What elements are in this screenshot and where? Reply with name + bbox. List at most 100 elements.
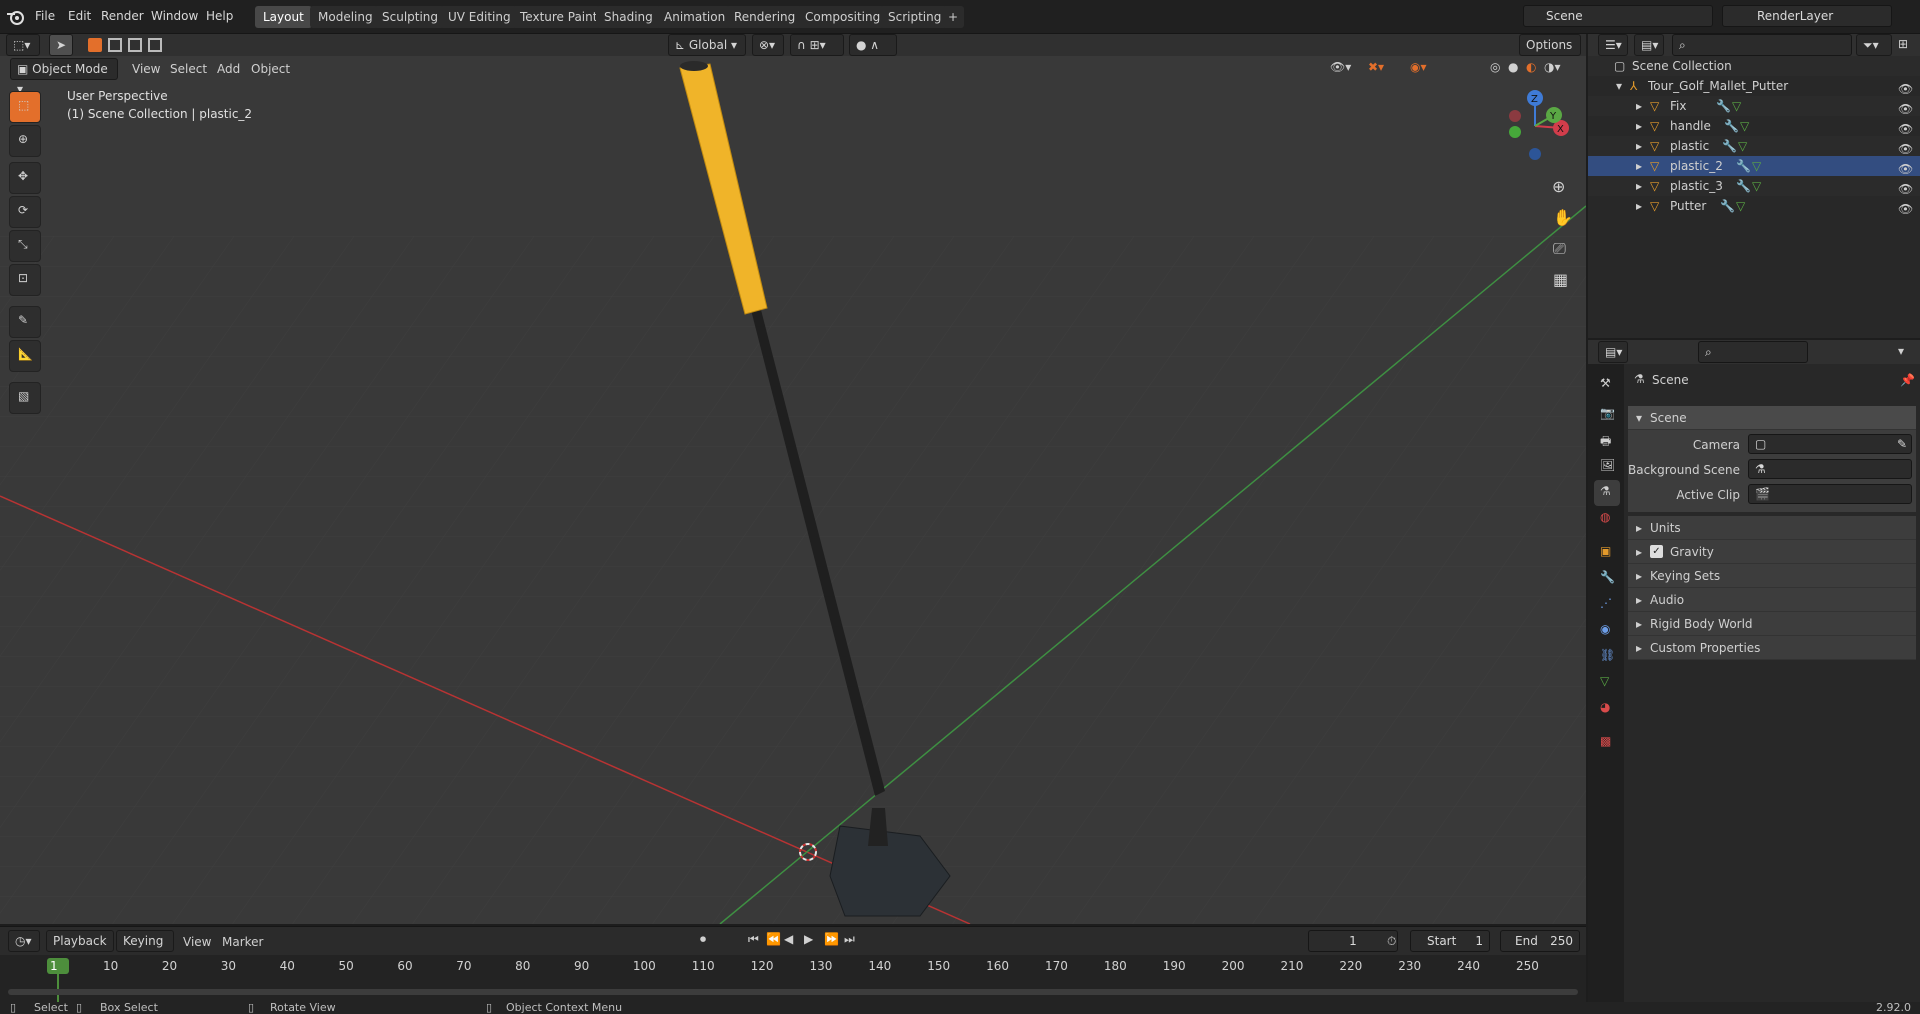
menu-file[interactable]: File <box>35 9 55 23</box>
stopwatch-icon[interactable]: ⏱ <box>1387 934 1396 949</box>
display-mode-dropdown[interactable]: ▤▾ <box>1634 34 1664 56</box>
menu-help[interactable]: Help <box>206 9 233 23</box>
expand-arrow-icon[interactable]: ▸ <box>1636 136 1642 156</box>
collapsed-panel[interactable]: ▸ Units <box>1628 516 1916 540</box>
tab-texture-paint[interactable]: Texture Paint <box>512 6 606 28</box>
tab-shading[interactable]: Shading <box>596 6 661 28</box>
properties-search[interactable]: ⌕ <box>1698 341 1808 363</box>
jump-keyframe-forward-icon[interactable]: ⏩ <box>824 932 839 946</box>
outliner-row-object[interactable]: ▸ ▽ plastic_2 🔧 ▽ 👁 <box>1588 156 1920 176</box>
properties-panel[interactable]: ▤▾ ⌕ ▾ ⚒ 📷 🖶 🖼 ⚗ ◍ ▣ 🔧 ⋰ ◉ ⛓ ▽ ◕ ▩ ⚗ Sce… <box>1588 340 1920 1002</box>
modifier-icon[interactable]: 🔧 <box>1720 196 1735 216</box>
jump-end-icon[interactable]: ⏭ <box>844 932 855 947</box>
camera-view-button[interactable]: ⎚ <box>1546 235 1576 265</box>
play-reverse-icon[interactable]: ◀ <box>784 932 793 946</box>
select-box-tool[interactable]: ⬚ <box>9 91 41 123</box>
particles-tab[interactable]: ⋰ <box>1594 592 1620 618</box>
eyedropper-icon[interactable]: ✎ <box>1897 435 1907 453</box>
rendered-shading-icon[interactable]: ◑▾ <box>1544 60 1561 74</box>
keying-menu[interactable]: Keying ▾ <box>116 930 174 968</box>
camera-field[interactable]: ▢ ✎ <box>1748 434 1912 454</box>
tab-sculpting[interactable]: Sculpting <box>374 6 447 28</box>
add-workspace-button[interactable]: + <box>942 6 965 28</box>
properties-editor-type[interactable]: ▤▾ <box>1598 341 1628 363</box>
texture-tab[interactable]: ▩ <box>1594 730 1620 756</box>
filter-dropdown[interactable]: ⏷▾ <box>1856 34 1892 56</box>
navigation-gizmo[interactable]: Z X Y <box>1495 86 1575 166</box>
menu-select[interactable]: Select <box>170 62 207 76</box>
constraints-tab[interactable]: ⛓ <box>1594 644 1620 670</box>
outliner-row-collection[interactable]: ▾ ⅄ Tour_Golf_Mallet_Putter 👁 <box>1588 76 1920 96</box>
active-clip-field[interactable]: 🎬 <box>1748 484 1912 504</box>
render-tab[interactable]: 📷 <box>1594 402 1620 428</box>
eye-icon[interactable]: 👁 <box>1898 179 1913 196</box>
outliner-tree[interactable]: ▢ Scene Collection ▾ ⅄ Tour_Golf_Mallet_… <box>1588 56 1920 216</box>
tab-layout[interactable]: Layout <box>255 6 312 28</box>
modifier-icon[interactable]: 🔧 <box>1736 176 1751 196</box>
collapsed-panel[interactable]: ▸ Keying Sets <box>1628 564 1916 588</box>
pin-icon[interactable]: 📌 <box>1900 373 1915 387</box>
tab-compositing[interactable]: Compositing <box>797 6 889 28</box>
tab-rendering[interactable]: Rendering <box>726 6 804 28</box>
viewport-scene[interactable] <box>0 56 1586 924</box>
eye-icon[interactable]: 👁 <box>1898 79 1913 96</box>
mesh-data-icon[interactable]: ▽ <box>1752 176 1761 196</box>
jump-start-icon[interactable]: ⏮ <box>748 932 759 947</box>
overlay-toggle-icon[interactable]: ◉▾ <box>1410 60 1427 74</box>
mesh-data-icon[interactable]: ▽ <box>1732 96 1741 116</box>
modifier-tab[interactable]: 🔧 <box>1594 566 1620 592</box>
outliner-row-object[interactable]: ▸ ▽ Putter 🔧 ▽ 👁 <box>1588 196 1920 216</box>
scene-panel-header[interactable]: ▾ Scene <box>1628 406 1916 430</box>
expand-arrow-icon[interactable]: ▸ <box>1636 156 1642 176</box>
expand-arrow-icon[interactable]: ▾ <box>1616 76 1622 96</box>
modifier-icon[interactable]: 🔧 <box>1716 96 1731 116</box>
visibility-icon[interactable]: 👁▾ <box>1330 60 1351 74</box>
mesh-data-icon[interactable]: ▽ <box>1752 156 1761 176</box>
data-tab[interactable]: ▽ <box>1594 670 1620 696</box>
background-scene-field[interactable]: ⚗ <box>1748 459 1912 479</box>
scale-tool[interactable]: ⤡ <box>9 230 41 262</box>
scene-selector[interactable]: Scene <box>1523 5 1713 27</box>
outliner-row-object[interactable]: ▸ ▽ handle 🔧 ▽ 👁 <box>1588 116 1920 136</box>
cursor-tool[interactable]: ⊕ <box>9 125 41 157</box>
expand-arrow-icon[interactable]: ▸ <box>1636 96 1642 116</box>
collapsed-panel[interactable]: ▸ Custom Properties <box>1628 636 1916 660</box>
tab-uv-editing[interactable]: UV Editing <box>440 6 519 28</box>
menu-object[interactable]: Object <box>251 62 290 76</box>
options-dropdown[interactable]: Options ▾ <box>1519 34 1581 72</box>
scene-tab[interactable]: ⚗ <box>1594 480 1620 506</box>
wireframe-shading-icon[interactable]: ◎ <box>1490 60 1500 74</box>
gizmo-toggle-icon[interactable]: ✖▾ <box>1368 60 1384 74</box>
mesh-data-icon[interactable]: ▽ <box>1736 196 1745 216</box>
timeline-scrollbar[interactable] <box>8 989 1578 995</box>
start-frame-field[interactable]: Start 1 <box>1410 930 1490 952</box>
modifier-icon[interactable]: 🔧 <box>1724 116 1739 136</box>
world-tab[interactable]: ◍ <box>1594 506 1620 532</box>
expand-arrow-icon[interactable]: ▸ <box>1636 116 1642 136</box>
eye-icon[interactable]: 👁 <box>1898 119 1913 136</box>
timeline-view-menu[interactable]: View <box>183 935 211 949</box>
collapsed-panel[interactable]: ▸ Audio <box>1628 588 1916 612</box>
selection-mode-icons[interactable] <box>88 38 178 52</box>
select-tool-button[interactable]: ➤ <box>49 34 73 56</box>
modifier-icon[interactable]: 🔧 <box>1736 156 1751 176</box>
properties-options-icon[interactable]: ▾ <box>1898 344 1904 358</box>
eye-icon[interactable]: 👁 <box>1898 159 1913 176</box>
outliner-row-object[interactable]: ▸ ▽ plastic 🔧 ▽ 👁 <box>1588 136 1920 156</box>
solid-shading-icon[interactable]: ● <box>1508 60 1518 74</box>
properties-tabs[interactable]: ⚒ 📷 🖶 🖼 ⚗ ◍ ▣ 🔧 ⋰ ◉ ⛓ ▽ ◕ ▩ <box>1588 364 1624 1002</box>
add-cube-tool[interactable]: ▧ <box>9 382 41 414</box>
timeline-editor-type[interactable]: ◷▾ <box>8 930 40 952</box>
mesh-data-icon[interactable]: ▽ <box>1740 116 1749 136</box>
jump-keyframe-back-icon[interactable]: ⏪ <box>766 932 781 946</box>
outliner-panel[interactable]: ☰▾ ▤▾ ⌕ ⏷▾ ⊞ ▢ Scene Collection ▾ ⅄ Tour… <box>1588 34 1920 338</box>
menu-window[interactable]: Window <box>151 9 198 23</box>
rotate-tool[interactable]: ⟳ <box>9 196 41 228</box>
extend-selection-icon[interactable] <box>108 38 122 52</box>
end-frame-field[interactable]: End 250 <box>1500 930 1580 952</box>
proportional-edit[interactable]: ● ∧ <box>849 34 897 56</box>
outliner-row-object[interactable]: ▸ ▽ plastic_3 🔧 ▽ 👁 <box>1588 176 1920 196</box>
orientation-dropdown[interactable]: ⊾ Global ▾ <box>668 34 746 56</box>
eye-icon[interactable]: 👁 <box>1898 99 1913 116</box>
transform-tool[interactable]: ⊡ <box>9 264 41 296</box>
